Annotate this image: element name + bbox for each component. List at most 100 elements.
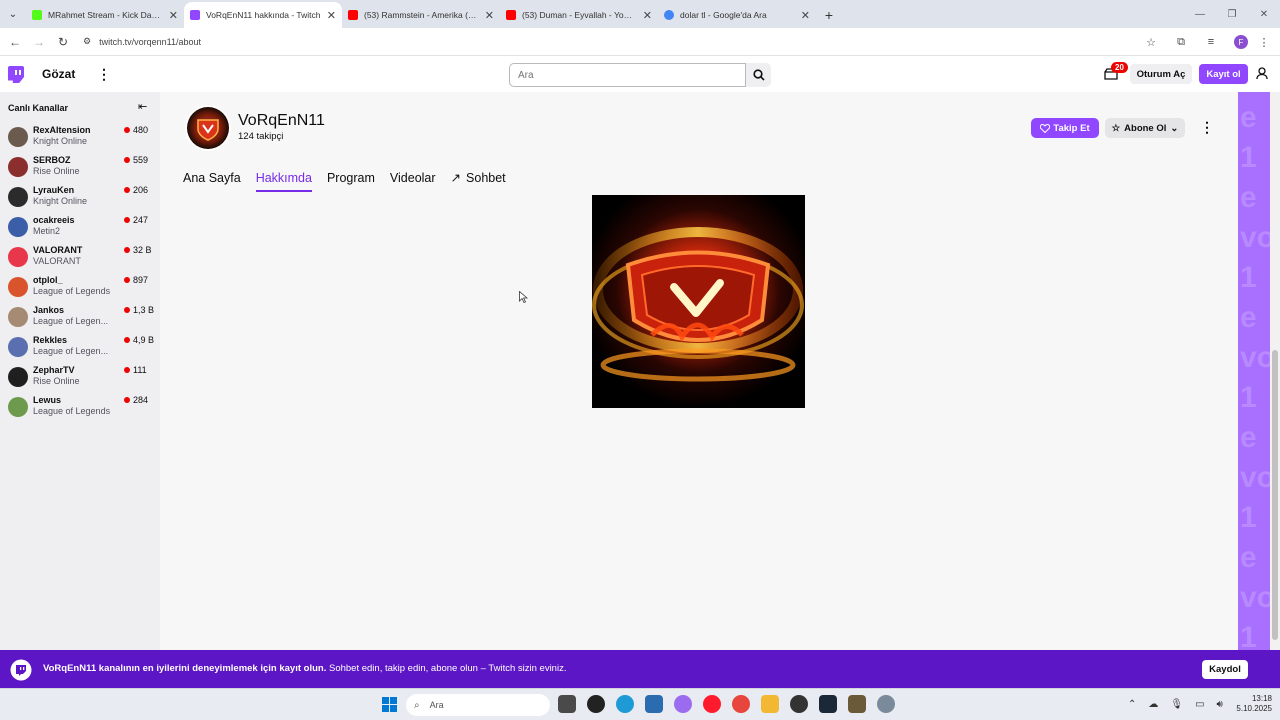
browser-tab[interactable]: (53) Duman - Eyvallah - YouTu ✕ xyxy=(500,2,658,28)
network-icon[interactable]: ▭ xyxy=(1195,699,1204,710)
banner-signup-button[interactable]: Kaydol xyxy=(1202,660,1248,679)
chat-collapsed-strip: e 1 e vo 1 e vo 1 e vo 1 e vo 1 xyxy=(1238,92,1270,650)
window-controls: — ❐ ✕ xyxy=(1184,0,1280,28)
clock-time: 13:18 xyxy=(1251,694,1272,703)
close-tab-icon[interactable]: ✕ xyxy=(327,9,336,22)
windows-start-icon[interactable] xyxy=(382,697,397,712)
sidebar-channel[interactable]: ZepharTV Rise Online 111 xyxy=(0,362,160,392)
subscribe-button[interactable]: ☆ Abone Ol ⌄ xyxy=(1105,118,1185,138)
store-icon[interactable] xyxy=(645,695,663,713)
edge-icon[interactable] xyxy=(616,695,634,713)
chevron-up-icon[interactable]: ⌃ xyxy=(1128,699,1136,710)
settings-gear-icon[interactable] xyxy=(877,695,895,713)
viewer-count: 111 xyxy=(124,365,147,375)
app-icon[interactable] xyxy=(790,695,808,713)
tab-search-chevron-icon[interactable]: ⌄ xyxy=(0,0,26,28)
user-icon[interactable] xyxy=(1256,67,1268,80)
signup-button[interactable]: Kayıt ol xyxy=(1199,64,1248,84)
sidebar-channel[interactable]: SERBOZ Rise Online 559 xyxy=(0,152,160,182)
reload-icon[interactable]: ↻ xyxy=(51,30,75,54)
tab-chat[interactable]: ↗ Sohbet xyxy=(451,170,506,190)
search-button[interactable] xyxy=(746,63,771,87)
url-field[interactable]: ⚙ twitch.tv/vorqenn11/about xyxy=(83,36,201,47)
login-button[interactable]: Oturum Aç xyxy=(1130,64,1192,84)
channel-name: SERBOZ xyxy=(33,155,71,165)
taskbar-clock[interactable]: 13:18 5.10.2025 xyxy=(1232,694,1272,714)
youtube-favicon-icon xyxy=(348,10,358,20)
browser-tab[interactable]: MRahmet Stream - Kick Dashb ✕ xyxy=(26,2,184,28)
sidebar-channel[interactable]: ocakreeis Metin2 247 xyxy=(0,212,160,242)
obs-icon[interactable] xyxy=(587,695,605,713)
steam-icon[interactable] xyxy=(819,695,837,713)
bookmark-star-icon[interactable]: ☆ xyxy=(1136,30,1166,54)
sidebar-channel[interactable]: otplol_ League of Legends 897 xyxy=(0,272,160,302)
taskbar-search-placeholder: Ara xyxy=(429,700,444,710)
opera-icon[interactable] xyxy=(703,695,721,713)
extensions-icon[interactable]: ⧉ xyxy=(1166,30,1196,54)
more-options-icon[interactable]: ⋮ xyxy=(97,66,111,83)
sidebar-channel[interactable]: Lewus League of Legends 284 xyxy=(0,392,160,422)
explorer-folder-icon[interactable] xyxy=(761,695,779,713)
volume-icon[interactable]: 🔊︎ xyxy=(1217,699,1223,710)
browser-tab-strip: ⌄ MRahmet Stream - Kick Dashb ✕ VoRqEnN1… xyxy=(0,0,1280,28)
scrollbar-thumb[interactable] xyxy=(1272,350,1278,640)
channel-avatar[interactable] xyxy=(187,107,229,149)
profile-avatar[interactable]: F xyxy=(1234,35,1248,49)
sidebar-channel[interactable]: RexAltension Knight Online 480 xyxy=(0,122,160,152)
channel-more-icon[interactable]: ⋮ xyxy=(1200,119,1214,136)
channel-name: VALORANT xyxy=(33,245,83,255)
page-scrollbar[interactable] xyxy=(1270,92,1280,650)
copilot-icon[interactable] xyxy=(674,695,692,713)
close-tab-icon[interactable]: ✕ xyxy=(643,9,652,22)
tab-home[interactable]: Ana Sayfa xyxy=(183,170,241,190)
collapse-sidebar-icon[interactable]: ⇤ xyxy=(138,100,147,113)
tab-about[interactable]: Hakkımda xyxy=(255,170,313,192)
address-bar: ← → ↻ ⚙ twitch.tv/vorqenn11/about ☆ ⧉ ≡ … xyxy=(0,28,1280,56)
browse-link[interactable]: Gözat xyxy=(42,67,75,81)
tab-schedule[interactable]: Program xyxy=(327,170,375,190)
close-tab-icon[interactable]: ✕ xyxy=(485,9,494,22)
follower-count: 124 takipçi xyxy=(238,131,284,142)
close-tab-icon[interactable]: ✕ xyxy=(801,9,810,22)
browser-tab-title: (53) Rammstein - Amerika (Offi xyxy=(364,10,479,20)
google-favicon-icon xyxy=(664,10,674,20)
cloud-icon[interactable]: ☁ xyxy=(1148,699,1158,710)
taskbar-search[interactable]: ⌕ Ara xyxy=(406,694,550,716)
sidebar-channel[interactable]: LyrauKen Knight Online 206 xyxy=(0,182,160,212)
sidebar-channel[interactable]: Rekkles League of Legen... 4,9 B xyxy=(0,332,160,362)
channel-game: Rise Online xyxy=(33,376,80,386)
chrome-icon[interactable] xyxy=(732,695,750,713)
viewer-count: 32 B xyxy=(124,245,152,255)
browser-menu-icon[interactable]: ⋮ xyxy=(1256,30,1272,54)
file-manager-icon[interactable] xyxy=(558,695,576,713)
back-icon[interactable]: ← xyxy=(3,30,27,54)
twitch-logo-icon[interactable] xyxy=(8,66,24,83)
notification-badge: 20 xyxy=(1111,62,1128,73)
restore-icon[interactable]: ❐ xyxy=(1216,0,1248,28)
viewer-count: 480 xyxy=(124,125,148,135)
kick-favicon-icon xyxy=(32,10,42,20)
browser-tab-active[interactable]: VoRqEnN11 hakkında - Twitch ✕ xyxy=(184,2,342,28)
channel-game: Knight Online xyxy=(33,196,88,206)
close-window-icon[interactable]: ✕ xyxy=(1248,0,1280,28)
tab-videos[interactable]: Videolar xyxy=(390,170,436,190)
channel-avatar xyxy=(8,277,28,297)
new-tab-button[interactable]: + xyxy=(816,2,842,28)
sidebar-channel[interactable]: Jankos League of Legen... 1,3 B xyxy=(0,302,160,332)
minimize-icon[interactable]: — xyxy=(1184,0,1216,28)
sidebar-channel[interactable]: VALORANT VALORANT 32 B xyxy=(0,242,160,272)
browser-tab[interactable]: (53) Rammstein - Amerika (Offi ✕ xyxy=(342,2,500,28)
close-tab-icon[interactable]: ✕ xyxy=(169,9,178,22)
mic-icon[interactable]: 🎙︎ xyxy=(1170,699,1183,710)
game-icon[interactable] xyxy=(848,695,866,713)
reading-list-icon[interactable]: ≡ xyxy=(1196,30,1226,54)
browser-tab[interactable]: dolar tl - Google'da Ara ✕ xyxy=(658,2,816,28)
star-icon: ☆ xyxy=(1111,122,1121,134)
about-panel-image xyxy=(592,195,805,408)
browser-tab-title: (53) Duman - Eyvallah - YouTu xyxy=(522,10,637,20)
forward-icon[interactable]: → xyxy=(27,30,51,54)
follow-button[interactable]: Takip Et xyxy=(1031,118,1099,138)
channel-avatar xyxy=(8,307,28,327)
search-input[interactable] xyxy=(509,63,746,87)
site-info-icon[interactable]: ⚙ xyxy=(83,36,91,47)
